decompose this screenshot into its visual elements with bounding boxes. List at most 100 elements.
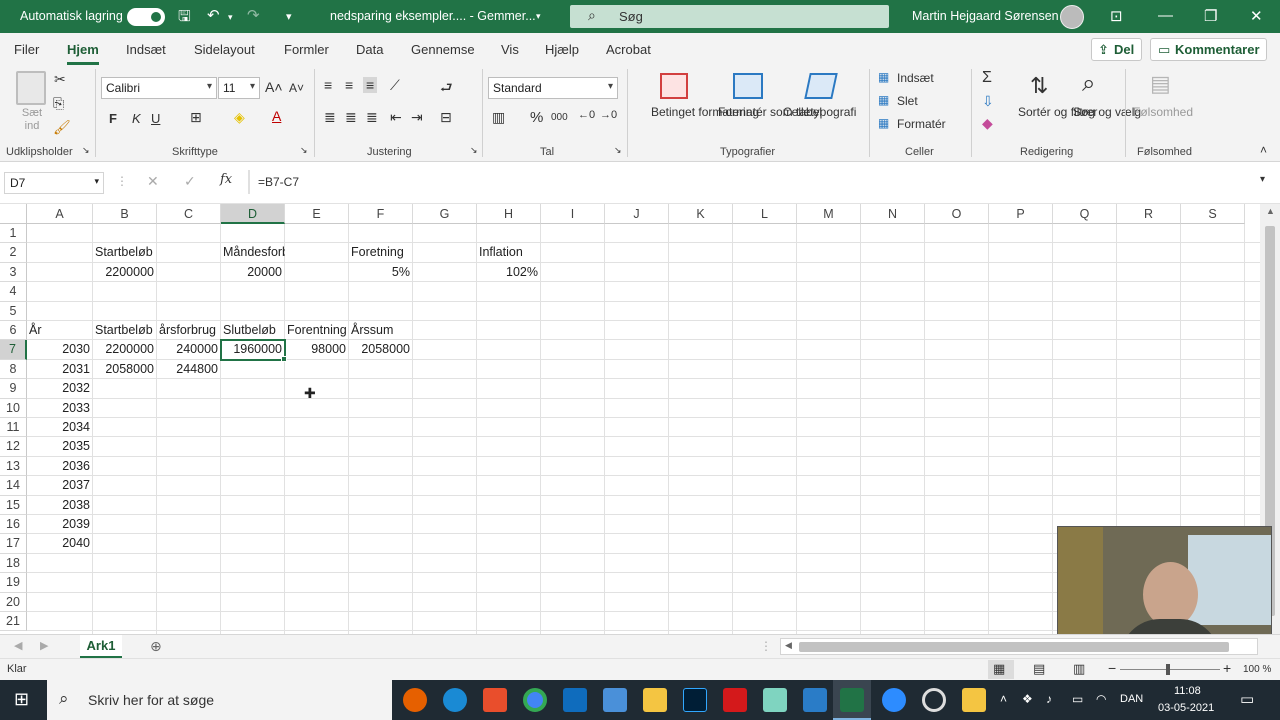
column-header-Q[interactable]: Q <box>1053 204 1117 224</box>
column-header-B[interactable]: B <box>93 204 157 224</box>
cell-D2[interactable]: Måndesforbrug <box>221 243 285 262</box>
clipboard-launcher-icon[interactable]: ↘ <box>82 145 90 156</box>
find-select-icon[interactable]: ⌕ <box>1082 70 1095 98</box>
scroll-left-icon[interactable]: ◀ <box>785 640 792 651</box>
align-middle-icon[interactable]: ≡ <box>345 77 353 93</box>
bold-button[interactable]: F <box>109 111 117 126</box>
cell-F2[interactable]: Foretning <box>349 243 413 262</box>
clock-time[interactable]: 11:08 <box>1174 685 1201 697</box>
row-header-6[interactable]: 6 <box>0 321 27 341</box>
column-header-O[interactable]: O <box>925 204 989 224</box>
underline-button[interactable]: U <box>151 111 160 126</box>
cell-F3[interactable]: 5% <box>349 263 413 282</box>
show-hidden-icons-icon[interactable]: ˄ <box>1000 692 1007 706</box>
cancel-icon[interactable]: ✕ <box>147 173 159 190</box>
number-format-select[interactable]: Standard ▾ <box>488 77 618 99</box>
search-box[interactable]: ⌕ Søg <box>570 5 889 28</box>
row-header-4[interactable]: 4 <box>0 282 27 302</box>
row-header-19[interactable]: 19 <box>0 573 27 593</box>
expand-formula-icon[interactable]: ▾ <box>1260 174 1265 185</box>
photos-icon[interactable] <box>803 688 827 712</box>
format-cells-icon[interactable]: ▦ <box>878 116 889 130</box>
column-header-F[interactable]: F <box>349 204 413 224</box>
zoom-slider[interactable] <box>1120 669 1220 670</box>
collapse-ribbon-icon[interactable]: ˄ <box>1260 143 1267 157</box>
format-as-table-icon[interactable] <box>733 73 763 99</box>
increase-indent-icon[interactable]: ⇥ <box>411 109 423 126</box>
file-name[interactable]: nedsparing eksempler.... - Gemmer... <box>330 9 536 23</box>
insert-cells-icon[interactable]: ▦ <box>878 70 889 84</box>
row-header-15[interactable]: 15 <box>0 495 27 515</box>
page-break-view-icon[interactable]: ▥ <box>1073 661 1085 677</box>
name-box[interactable]: D7 ▾ <box>4 172 104 194</box>
column-header-J[interactable]: J <box>605 204 669 224</box>
align-bottom-icon[interactable]: ≡ <box>363 77 378 93</box>
dropbox-icon[interactable]: ❖ <box>1022 692 1033 706</box>
decrease-indent-icon[interactable]: ⇤ <box>390 109 402 126</box>
cell-A9[interactable]: 2032 <box>27 379 93 398</box>
fill-icon[interactable]: ⇩ <box>982 93 994 110</box>
cut-icon[interactable]: ✂ <box>54 71 66 88</box>
clear-icon[interactable]: ◆ <box>982 115 993 132</box>
italic-button[interactable]: K <box>132 111 141 126</box>
percent-style-button[interactable]: % <box>530 109 543 126</box>
cell-C7[interactable]: 240000 <box>157 340 221 359</box>
increase-font-icon[interactable]: A˄ <box>265 79 283 95</box>
windows-start-icon[interactable]: ⊞ <box>14 689 29 710</box>
undo-dropdown-icon[interactable]: ▾ <box>228 12 233 23</box>
user-name[interactable]: Martin Hejgaard Sørensen <box>912 9 1059 23</box>
scrollbar-thumb[interactable] <box>799 642 1229 652</box>
redo-icon[interactable]: ↷ <box>247 6 260 24</box>
tab-file[interactable]: Filer <box>14 42 39 57</box>
font-name-select[interactable]: Calibri ▾ <box>101 77 217 99</box>
tab-view[interactable]: Vis <box>501 42 519 57</box>
row-header-18[interactable]: 18 <box>0 553 27 574</box>
tab-formulas[interactable]: Formler <box>284 42 329 57</box>
horizontal-scrollbar[interactable]: ◀ <box>780 638 1258 655</box>
row-header-17[interactable]: 17 <box>0 534 27 554</box>
calculator-icon[interactable] <box>603 688 627 712</box>
column-header-N[interactable]: N <box>861 204 925 224</box>
column-header-E[interactable]: E <box>285 204 349 224</box>
merge-center-icon[interactable]: ⊟ <box>440 109 452 126</box>
cell-D3[interactable]: 20000 <box>221 263 285 282</box>
alignment-launcher-icon[interactable]: ↘ <box>470 145 478 156</box>
row-header-11[interactable]: 11 <box>0 418 27 438</box>
add-sheet-icon[interactable]: ⊕ <box>150 638 162 655</box>
fill-handle[interactable] <box>281 355 287 362</box>
insert-function-icon[interactable]: fx <box>220 172 232 187</box>
row-header-21[interactable]: 21 <box>0 612 27 632</box>
paste-icon[interactable] <box>16 71 46 105</box>
chrome-icon[interactable] <box>523 688 547 712</box>
scroll-up-icon[interactable]: ▲ <box>1266 206 1275 216</box>
filename-dropdown-icon[interactable]: ▾ <box>536 11 541 22</box>
cell-styles-button[interactable]: Celletypografi <box>783 105 856 119</box>
accounting-format-icon[interactable]: ▥ <box>492 109 505 126</box>
align-right-icon[interactable]: ≣ <box>366 109 378 126</box>
tab-help[interactable]: Hjælp <box>545 42 579 57</box>
row-header-20[interactable]: 20 <box>0 592 27 612</box>
save-icon[interactable]: 🖫 <box>178 6 191 31</box>
formula-input[interactable]: =B7-C7 <box>258 175 299 189</box>
cell-E7[interactable]: 98000 <box>285 340 349 359</box>
tab-insert[interactable]: Indsæt <box>126 42 166 57</box>
orientation-icon[interactable]: ⟋ <box>390 77 400 94</box>
delete-cells-button[interactable]: Slet <box>897 94 918 108</box>
outlook-icon[interactable] <box>563 688 587 712</box>
cell-A14[interactable]: 2037 <box>27 476 93 495</box>
cell-B3[interactable]: 2200000 <box>93 263 157 282</box>
row-header-10[interactable]: 10 <box>0 398 27 418</box>
avatar[interactable] <box>1060 5 1084 29</box>
column-header-L[interactable]: L <box>733 204 797 224</box>
volume-icon[interactable]: ♪ <box>1046 692 1052 706</box>
app-icon[interactable] <box>763 688 787 712</box>
tab-home[interactable]: Hjem <box>67 42 99 57</box>
row-header-12[interactable]: 12 <box>0 437 27 457</box>
undo-icon[interactable]: ↶ <box>207 6 220 24</box>
row-header-7[interactable]: 7 <box>0 340 27 360</box>
font-color-icon[interactable]: A <box>272 108 281 124</box>
zoom-slider-thumb[interactable] <box>1166 664 1170 675</box>
page-layout-view-icon[interactable]: ▤ <box>1033 661 1045 677</box>
tab-acrobat[interactable]: Acrobat <box>606 42 651 57</box>
row-header-9[interactable]: 9 <box>0 379 27 399</box>
